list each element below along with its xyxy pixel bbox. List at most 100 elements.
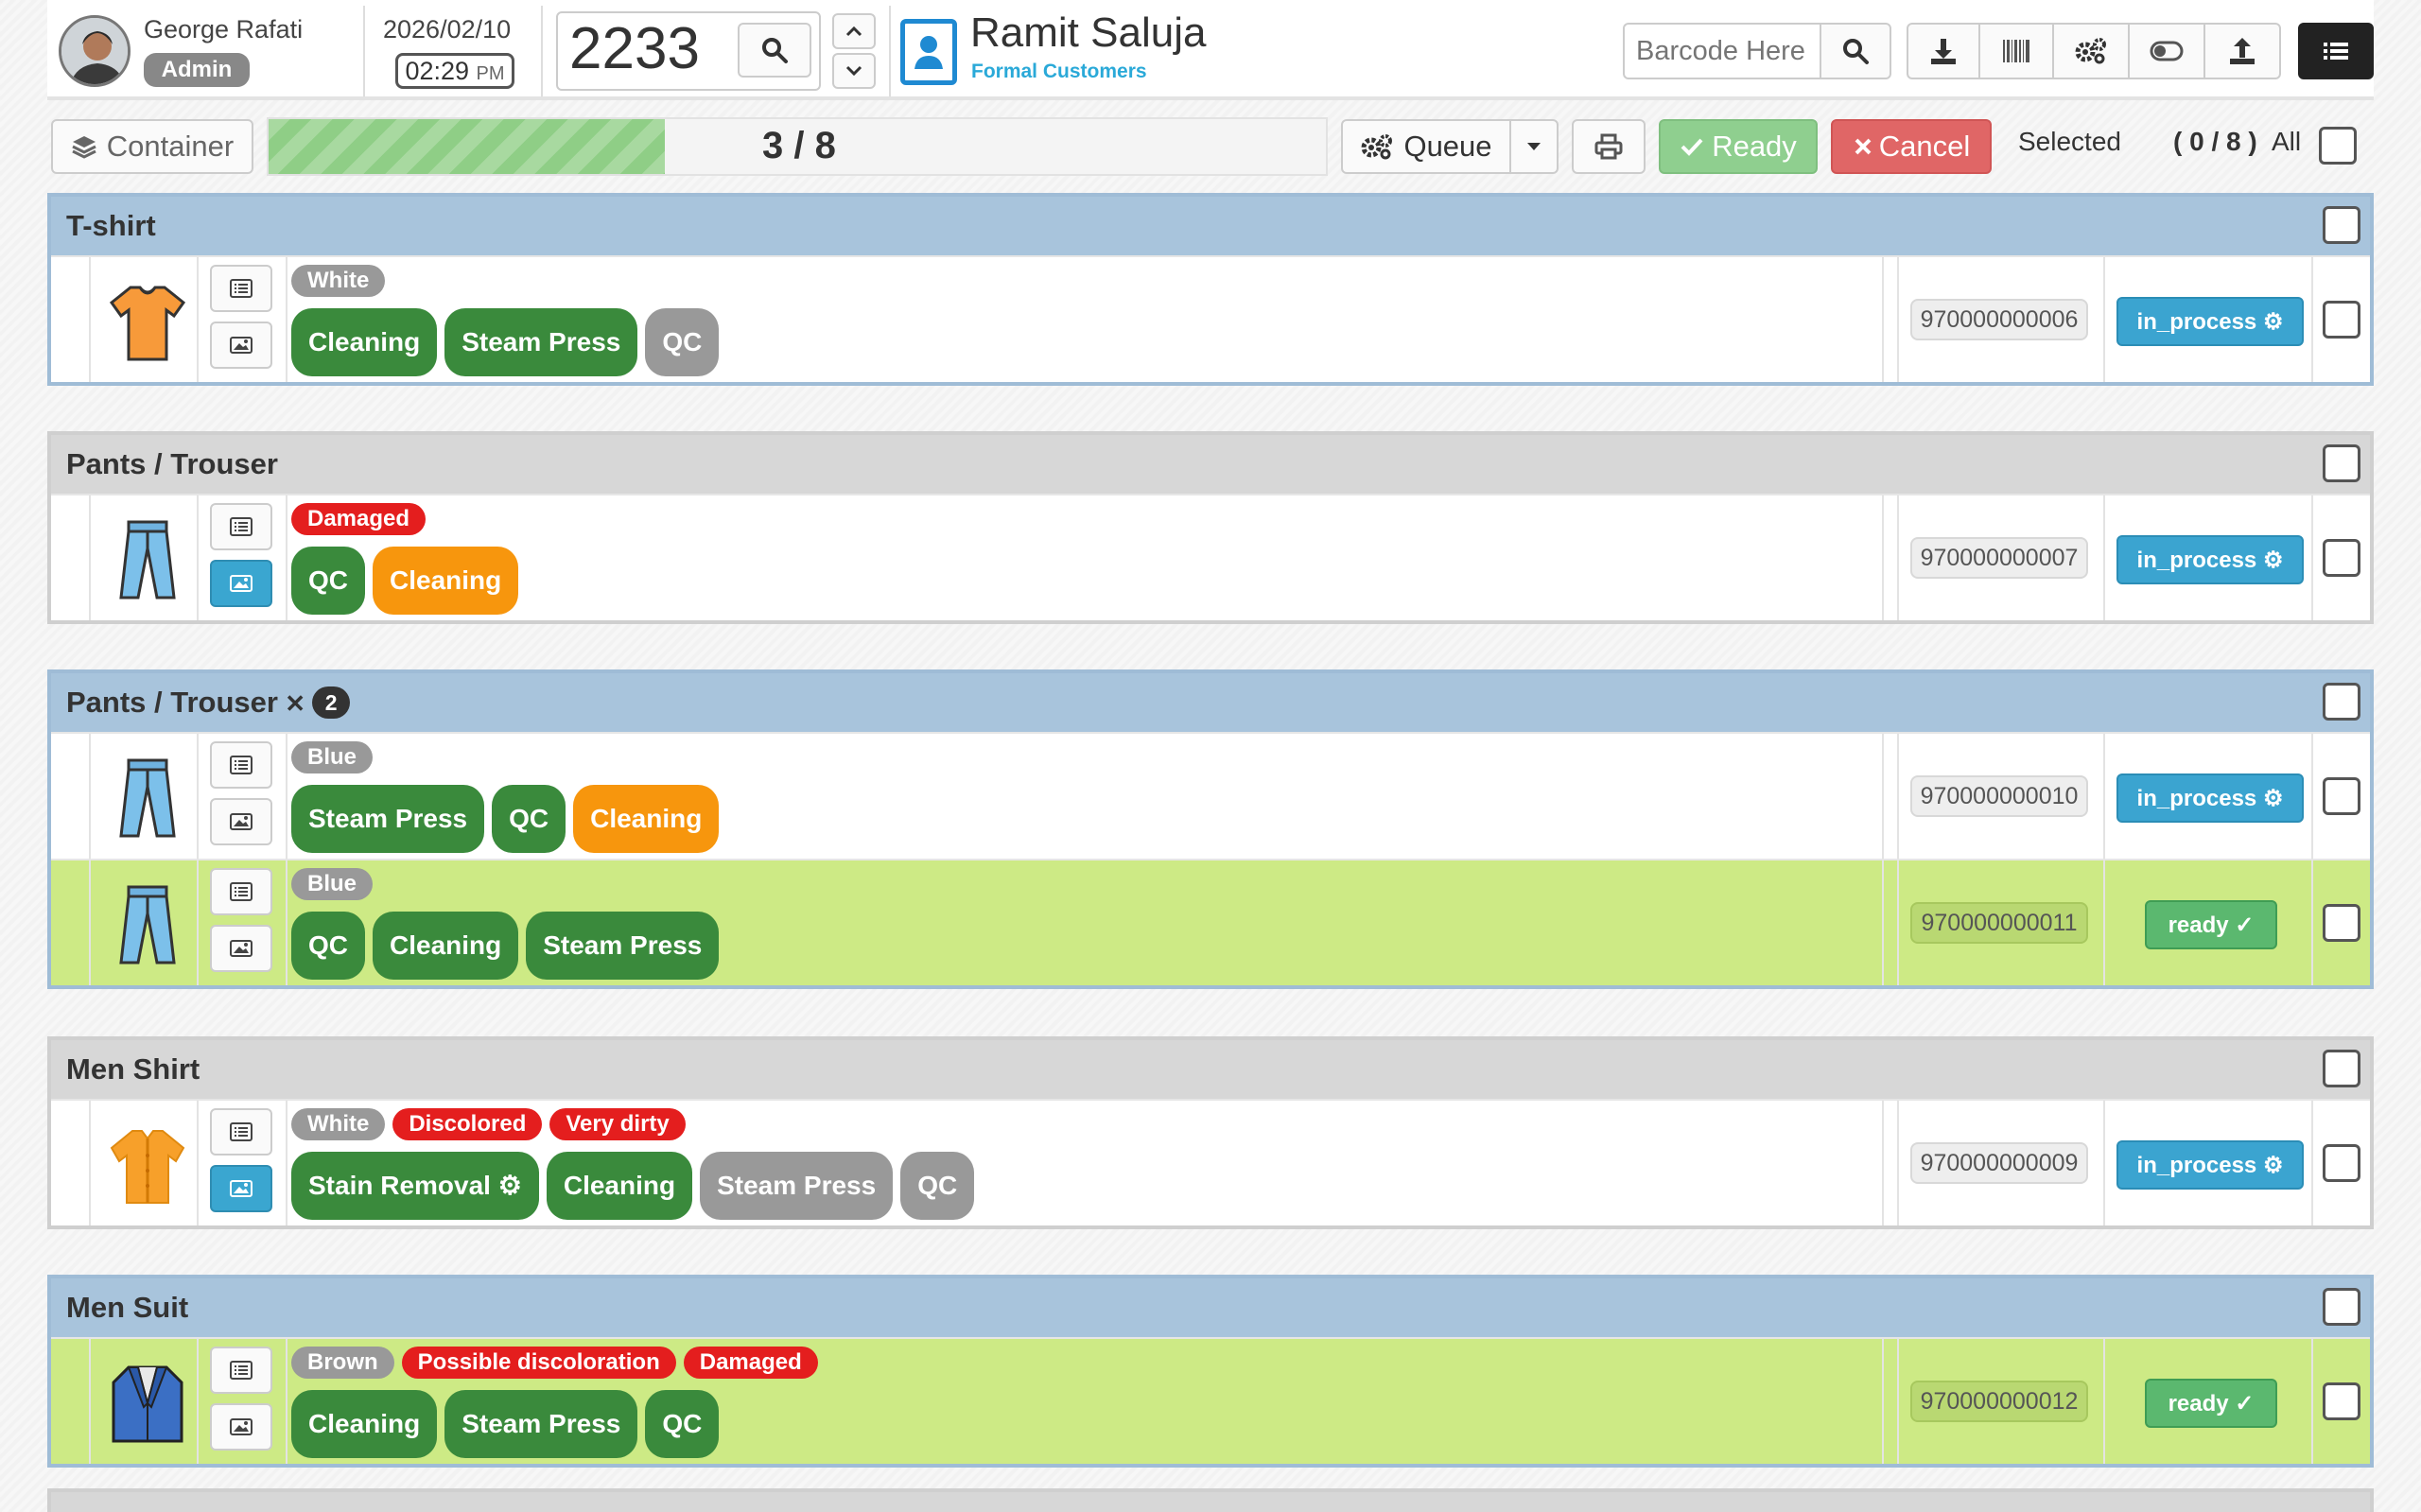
service-chip[interactable]: Cleaning [373,547,519,615]
item-barcode[interactable]: 970000000009 [1910,1142,2088,1184]
status-badge[interactable]: in_process ⚙ [2116,1140,2304,1190]
service-chip[interactable]: Steam Press [526,912,720,980]
item-image-button[interactable] [210,322,272,369]
service-chip[interactable]: QC [645,308,720,376]
item-image-button[interactable] [210,925,272,972]
order-down-button[interactable] [832,53,876,89]
item-details-button[interactable] [210,503,272,550]
service-chip[interactable]: Cleaning [573,785,720,853]
item-tags: Damaged [291,503,427,535]
item-select-checkbox[interactable] [2323,1144,2360,1182]
item-services: Cleaning Steam Press QC [291,308,720,376]
item-details-button[interactable] [210,1347,272,1394]
service-label: Stain Removal [308,1171,491,1200]
ready-button[interactable]: Ready [1659,119,1818,174]
gears-icon [2075,38,2106,64]
group-select-checkbox[interactable] [2323,683,2360,721]
column-divider [286,257,287,382]
service-chip[interactable]: Cleaning [373,912,519,980]
service-chip[interactable]: QC [492,785,566,853]
column-divider [197,734,199,859]
item-image-button[interactable] [210,560,272,607]
service-chip[interactable]: QC [291,547,365,615]
column-divider [2311,734,2313,859]
group-select-checkbox[interactable] [2323,444,2360,482]
select-all-checkbox[interactable] [2319,127,2357,165]
barcode-search-button[interactable] [1820,23,1891,79]
service-chip[interactable]: QC [645,1390,720,1458]
group-select-checkbox[interactable] [2323,1050,2360,1087]
order-search-button[interactable] [738,23,811,78]
service-chip[interactable]: Cleaning [291,308,438,376]
item-tag: White [291,265,386,297]
column-divider [1882,1339,1884,1464]
item-details-button[interactable] [210,1108,272,1156]
gear-icon: ⚙ [2262,309,2284,335]
download-button[interactable] [1907,23,1980,79]
service-chip[interactable]: Steam Press [291,785,485,853]
column-divider [2311,1101,2313,1225]
group-title: Men Shirt [66,1052,200,1086]
item-select-checkbox[interactable] [2323,1382,2360,1420]
status-badge[interactable]: in_process ⚙ [2116,297,2304,346]
item-select-checkbox[interactable] [2323,777,2360,815]
status-label: ready [2168,1391,2229,1416]
item-image-button[interactable] [210,1403,272,1451]
item-group: Pants / Trouser Damaged QC Cleaning 97000000… [47,431,2374,624]
service-chip[interactable]: Steam Press [444,1390,638,1458]
group-select-checkbox[interactable] [2323,1288,2360,1326]
item-group: Pants / Trouser ✕ 2 Blue Steam Press QC Clea… [47,669,2374,989]
service-chip[interactable]: Stain Removal ⚙ [291,1152,539,1220]
service-chip[interactable]: Steam Press [444,308,638,376]
toggle-button[interactable] [2128,23,2205,79]
status-badge[interactable]: ready ✓ [2145,900,2277,949]
service-chip[interactable]: QC [291,912,365,980]
list-menu-button[interactable] [2298,23,2374,79]
item-image-button[interactable] [210,1165,272,1212]
item-image-button[interactable] [210,798,272,845]
item-barcode[interactable]: 970000000010 [1910,775,2088,817]
gear-icon: ⚙ [2262,547,2284,573]
queue-button[interactable]: Queue [1341,119,1511,174]
avatar[interactable] [59,15,131,87]
item-details-button[interactable] [210,265,272,312]
service-chip[interactable]: QC [900,1152,975,1220]
item-select-checkbox[interactable] [2323,904,2360,942]
item-details-button[interactable] [210,741,272,789]
print-button[interactable] [1572,119,1646,174]
column-divider [197,495,199,620]
queue-label: Queue [1403,130,1492,163]
service-chip[interactable]: Cleaning [546,1152,693,1220]
tshirt-icon [102,280,193,365]
status-badge[interactable]: ready ✓ [2145,1379,2277,1428]
column-divider [197,1101,199,1225]
order-number-value[interactable]: 2233 [569,15,700,83]
status-badge[interactable]: in_process ⚙ [2116,773,2304,823]
queue-dropdown-button[interactable] [1509,119,1559,174]
item-select-checkbox[interactable] [2323,301,2360,339]
settings-button[interactable] [2052,23,2130,79]
service-chip[interactable]: Steam Press [700,1152,894,1220]
item-tag: Very dirty [549,1108,686,1140]
item-barcode[interactable]: 970000000012 [1910,1381,2088,1422]
order-up-button[interactable] [832,13,876,49]
customer-name[interactable]: Ramit Saluja [970,9,1206,57]
item-barcode[interactable]: 970000000007 [1910,537,2088,579]
barcode-button[interactable] [1978,23,2054,79]
item-barcode[interactable]: 970000000011 [1910,902,2088,944]
column-divider [1897,734,1899,859]
group-select-checkbox[interactable] [2323,206,2360,244]
item-details-button[interactable] [210,868,272,915]
barcode-input[interactable] [1623,23,1821,79]
column-divider [1882,257,1884,382]
container-button[interactable]: Container [51,119,253,174]
upload-button[interactable] [2203,23,2281,79]
service-chip[interactable]: Cleaning [291,1390,438,1458]
cancel-button[interactable]: Cancel [1831,119,1992,174]
item-select-checkbox[interactable] [2323,539,2360,577]
group-header: Men Shirt [51,1040,2370,1099]
item-services: QC Cleaning Steam Press [291,912,720,980]
service-label: QC [509,804,549,833]
item-barcode[interactable]: 970000000006 [1910,299,2088,340]
status-badge[interactable]: in_process ⚙ [2116,535,2304,584]
